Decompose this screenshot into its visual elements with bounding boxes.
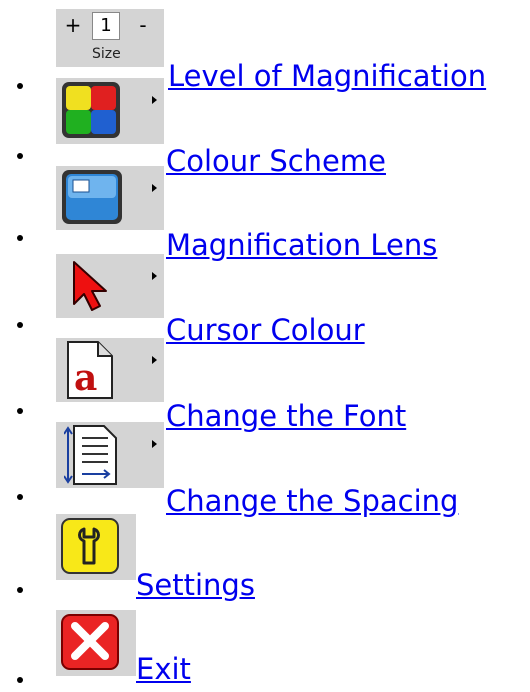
size-control[interactable]: + 1 - Size [56,9,164,67]
svg-text:a: a [74,357,97,399]
font-dropdown-arrow [152,356,157,364]
font-icon: a [67,341,113,399]
size-value: 1 [92,12,120,40]
list-bullet [17,494,23,500]
exit-link[interactable]: Exit [136,652,191,686]
list-bullet [17,153,23,159]
settings-link[interactable]: Settings [136,568,255,602]
spacing-tile[interactable] [56,422,164,488]
size-plus-button[interactable]: + [58,12,88,40]
cursor-colour-dropdown-arrow [152,272,157,280]
exit-icon [61,614,119,670]
colour-scheme-link[interactable]: Colour Scheme [166,144,386,178]
change-the-spacing-link[interactable]: Change the Spacing [166,484,458,518]
magnification-lens-dropdown-arrow [152,184,157,192]
list-bullet [17,408,23,414]
font-tile[interactable]: a [56,338,164,402]
list-bullet [17,322,23,328]
size-label: Size [92,46,121,62]
spacing-icon [64,425,117,485]
change-the-font-link[interactable]: Change the Font [166,399,406,433]
list-bullet [17,677,23,683]
colour-scheme-dropdown-arrow [152,96,157,104]
level-of-magnification-link[interactable]: Level of Magnification [168,59,486,93]
cursor-colour-tile[interactable] [56,254,164,318]
settings-icon [61,518,119,574]
list-bullet [17,235,23,241]
colour-scheme-tile[interactable] [56,78,164,144]
exit-tile[interactable] [56,610,136,676]
list-bullet [17,83,23,89]
magnification-lens-link[interactable]: Magnification Lens [166,228,437,262]
cursor-icon [73,261,107,311]
magnification-lens-icon [62,170,122,224]
colour-scheme-icon [62,82,120,138]
spacing-dropdown-arrow [152,440,157,448]
settings-tile[interactable] [56,514,136,580]
size-minus-button[interactable]: - [128,12,158,40]
cursor-colour-link[interactable]: Cursor Colour [166,313,365,347]
list-bullet [17,587,23,593]
magnification-lens-tile[interactable] [56,166,164,230]
